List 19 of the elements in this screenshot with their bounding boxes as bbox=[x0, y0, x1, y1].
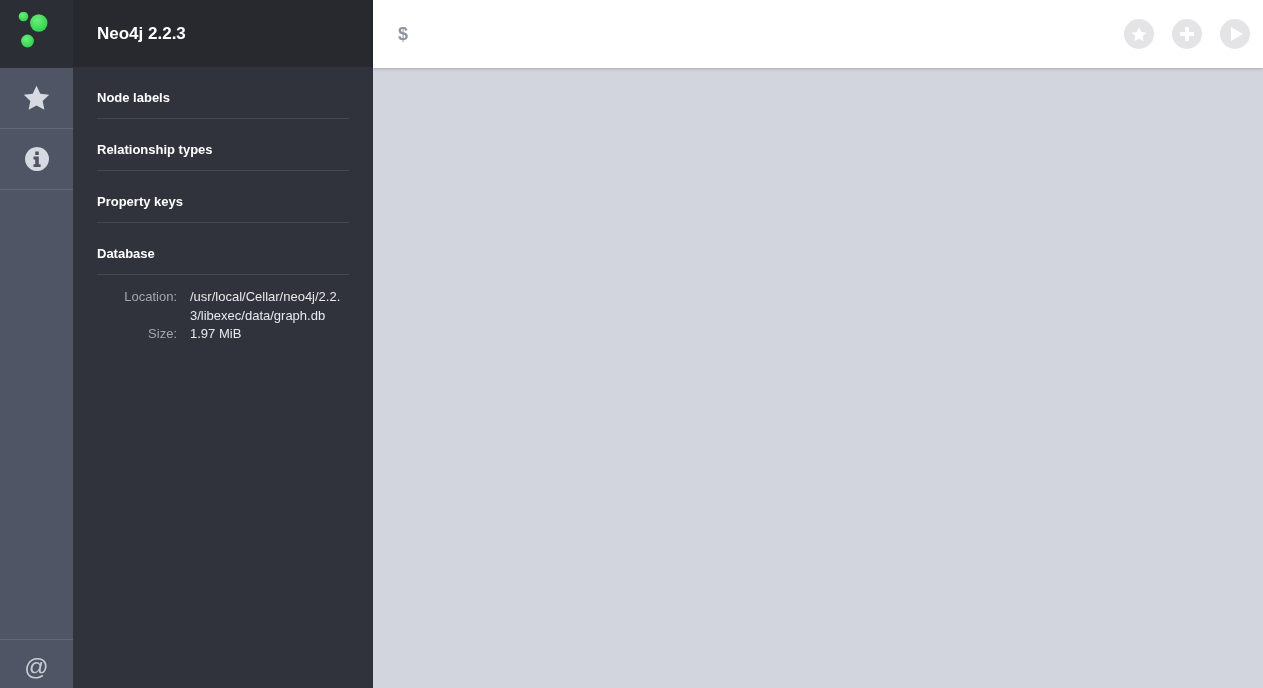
plus-icon bbox=[1180, 27, 1194, 41]
star-icon bbox=[1131, 26, 1147, 42]
prompt-symbol: $ bbox=[398, 22, 408, 46]
add-button[interactable] bbox=[1172, 19, 1202, 49]
section-heading: Node labels bbox=[97, 90, 170, 106]
property-label: Location: bbox=[123, 288, 177, 306]
favorite-button[interactable] bbox=[1124, 19, 1154, 49]
play-button[interactable] bbox=[1220, 19, 1250, 49]
play-icon bbox=[1230, 27, 1243, 41]
app-title: Neo4j 2.2.3 bbox=[97, 22, 186, 45]
info-icon bbox=[24, 147, 49, 171]
section-heading: Database bbox=[97, 246, 155, 262]
section-heading: Property keys bbox=[97, 194, 183, 210]
star-icon bbox=[23, 85, 50, 111]
property-label: Size: bbox=[147, 325, 177, 343]
property-value: 1.97 MiB bbox=[190, 325, 243, 343]
section-heading: Relationship types bbox=[97, 142, 213, 158]
property-value: /usr/local/Cellar/neo4j/2.2.3/libexec/data/graph.db bbox=[190, 288, 342, 325]
logo-icon bbox=[18, 12, 48, 48]
